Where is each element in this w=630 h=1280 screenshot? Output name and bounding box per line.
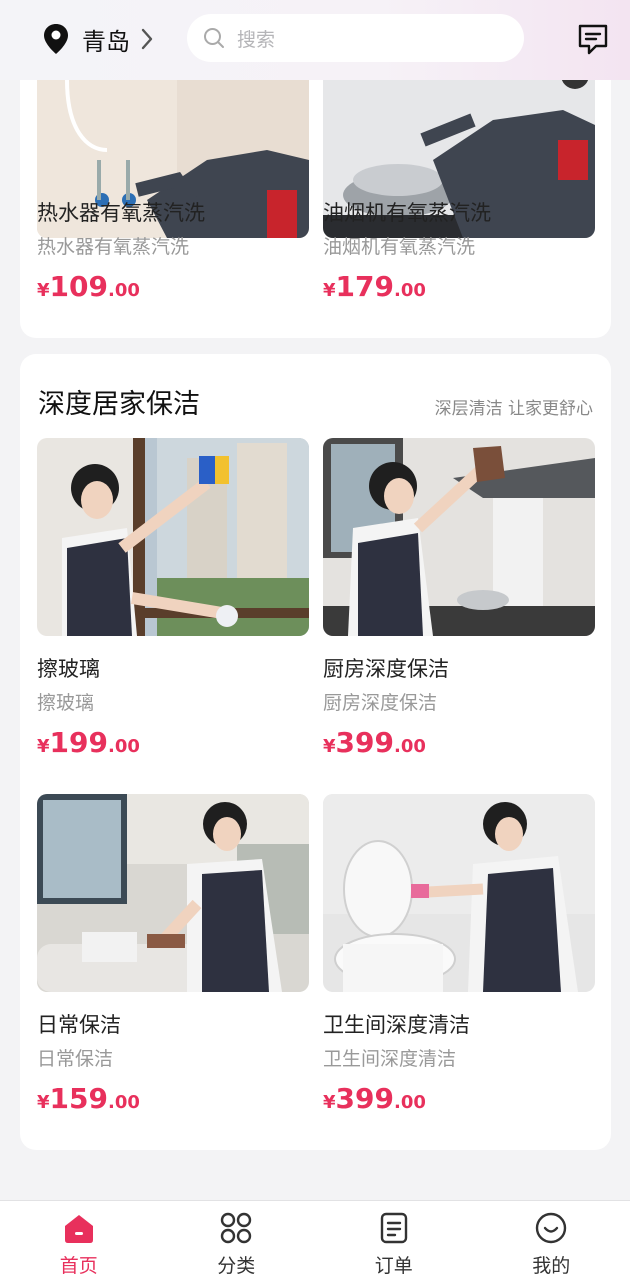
smile-icon (536, 1212, 567, 1244)
service-desc: 油烟机有氧蒸汽洗 (323, 236, 476, 258)
price-integer: 399 (335, 726, 394, 759)
tab-label: 订单 (374, 1255, 413, 1277)
service-desc: 擦玻璃 (37, 692, 95, 714)
currency-symbol: ¥ (37, 1092, 50, 1113)
price-decimal: .00 (107, 1092, 140, 1113)
service-price: ¥179.00 (323, 270, 426, 303)
city-name: 青岛 (82, 27, 130, 56)
bottom-tab-bar: 首页 分类 订单 我的 (0, 1200, 630, 1280)
tab-orders[interactable]: 订单 (315, 1201, 473, 1280)
message-icon[interactable] (576, 22, 610, 56)
currency-symbol: ¥ (323, 280, 336, 301)
tab-label: 我的 (532, 1255, 571, 1277)
service-item[interactable]: 擦玻璃 擦玻璃 ¥199.00 (37, 438, 309, 759)
service-price: ¥109.00 (37, 270, 140, 303)
price-integer: 179 (335, 270, 394, 303)
home-icon (64, 1215, 93, 1243)
tab-category[interactable]: 分类 (158, 1201, 316, 1280)
service-price: ¥399.00 (323, 1082, 426, 1115)
service-desc: 卫生间深度清洁 (323, 1048, 457, 1070)
search-icon (204, 28, 224, 48)
currency-symbol: ¥ (37, 736, 50, 757)
service-card-steam: 热水器有氧蒸汽洗 热水器有氧蒸汽洗 ¥109.00 油烟机有氧蒸汽洗 油烟机有氧… (20, 80, 611, 338)
chevron-right-icon (141, 28, 153, 50)
service-item[interactable]: 热水器有氧蒸汽洗 热水器有氧蒸汽洗 ¥109.00 (37, 80, 309, 303)
service-name: 擦玻璃 (37, 657, 100, 681)
price-integer: 109 (49, 270, 108, 303)
service-item[interactable]: 卫生间深度清洁 卫生间深度清洁 ¥399.00 (323, 794, 595, 1115)
tab-mine[interactable]: 我的 (473, 1201, 630, 1280)
service-price: ¥199.00 (37, 726, 140, 759)
service-item[interactable]: 厨房深度保洁 厨房深度保洁 ¥399.00 (323, 438, 595, 759)
service-price: ¥159.00 (37, 1082, 140, 1115)
location-selector[interactable]: 青岛 (42, 22, 154, 56)
price-decimal: .00 (393, 736, 426, 757)
bathroom-cleaning-image (323, 794, 595, 992)
search-input[interactable]: 搜索 (187, 14, 524, 62)
price-integer: 159 (49, 1082, 108, 1115)
service-desc: 热水器有氧蒸汽洗 (37, 236, 190, 258)
service-item[interactable]: 油烟机有氧蒸汽洗 油烟机有氧蒸汽洗 ¥179.00 (323, 80, 595, 303)
service-name: 卫生间深度清洁 (323, 1013, 470, 1037)
service-price: ¥399.00 (323, 726, 426, 759)
search-placeholder: 搜索 (237, 28, 276, 51)
price-decimal: .00 (393, 1092, 426, 1113)
service-item[interactable]: 日常保洁 日常保洁 ¥159.00 (37, 794, 309, 1115)
document-icon (380, 1212, 407, 1244)
currency-symbol: ¥ (323, 1092, 336, 1113)
service-name: 厨房深度保洁 (323, 657, 449, 681)
service-desc: 厨房深度保洁 (323, 692, 438, 714)
price-decimal: .00 (107, 280, 140, 301)
tab-label: 分类 (217, 1255, 256, 1277)
kitchen-cleaning-image (323, 438, 595, 636)
window-cleaning-image (37, 438, 309, 636)
currency-symbol: ¥ (323, 736, 336, 757)
service-desc: 日常保洁 (37, 1048, 114, 1070)
content-area[interactable]: 热水器有氧蒸汽洗 热水器有氧蒸汽洗 ¥109.00 油烟机有氧蒸汽洗 油烟机有氧… (0, 80, 630, 1200)
currency-symbol: ¥ (37, 280, 50, 301)
tab-label: 首页 (59, 1255, 98, 1277)
section-subtitle: 深层清洁 让家更舒心 (434, 399, 593, 419)
section-title: 深度居家保洁 (38, 389, 200, 420)
service-name: 日常保洁 (37, 1013, 121, 1037)
tab-home[interactable]: 首页 (0, 1201, 158, 1280)
service-name: 热水器有氧蒸汽洗 (37, 201, 205, 225)
price-integer: 399 (335, 1082, 394, 1115)
grid-icon (221, 1212, 252, 1244)
price-decimal: .00 (107, 736, 140, 757)
top-bar: 青岛 搜索 (0, 0, 630, 80)
price-integer: 199 (49, 726, 108, 759)
service-name: 油烟机有氧蒸汽洗 (323, 201, 491, 225)
daily-cleaning-image (37, 794, 309, 992)
location-pin-icon (44, 24, 68, 54)
price-decimal: .00 (393, 280, 426, 301)
service-card-deep-clean: 深度居家保洁 深层清洁 让家更舒心 擦玻璃 擦玻璃 ¥199.00 厨房深度保洁… (20, 354, 611, 1150)
